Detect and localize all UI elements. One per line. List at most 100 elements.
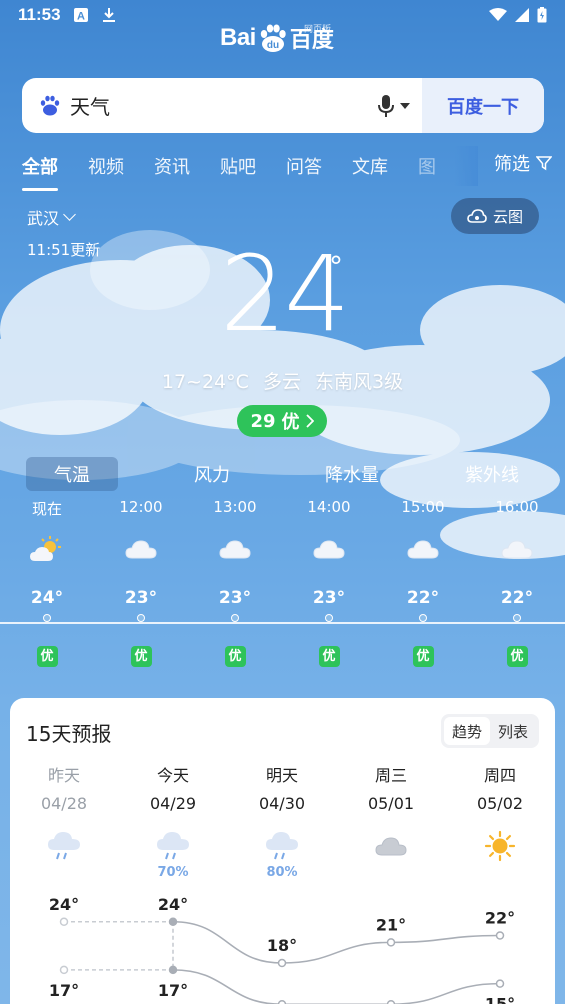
search-button[interactable]: 百度一下	[422, 78, 544, 133]
high-temp-point	[168, 917, 178, 926]
voice-dropdown-icon[interactable]	[400, 102, 410, 109]
cloudy-icon	[376, 522, 470, 576]
hourly-item: 13:00 23° 优	[188, 498, 282, 667]
logo-text-bai: Bai	[220, 24, 256, 51]
svg-text:du: du	[267, 40, 279, 51]
hourly-quality-badge: 优	[130, 646, 152, 667]
chevron-right-icon	[305, 414, 314, 428]
search-input[interactable]: 天气	[70, 91, 376, 120]
high-temp-label: 24°	[49, 895, 79, 914]
high-temp-point	[386, 938, 396, 947]
hourly-item: 12:00 23° 优	[94, 498, 188, 667]
baidu-logo[interactable]: Bai du 百度 网页版	[220, 22, 334, 54]
tab-tieba[interactable]: 贴吧	[220, 153, 256, 179]
aqi-value: 29	[250, 410, 276, 432]
partly-cloudy-icon	[0, 522, 94, 576]
tab-news[interactable]: 资讯	[154, 153, 190, 179]
weather-metric-tabs: 气温 风力 降水量 紫外线	[26, 457, 546, 491]
tab-qa[interactable]: 问答	[286, 153, 322, 179]
hourly-temp: 23°	[312, 588, 346, 608]
forecast-day[interactable]: 周四 05/02	[446, 762, 554, 881]
weather-summary: 17~24°C 多云 东南风3级	[0, 367, 565, 394]
day-name: 昨天	[47, 766, 80, 785]
hourly-quality-badge: 优	[318, 646, 340, 667]
high-temp-label: 21°	[376, 915, 406, 934]
view-trend-button[interactable]: 趋势	[443, 717, 490, 745]
hourly-temp: 23°	[218, 588, 252, 608]
hourly-temp-point	[137, 614, 145, 622]
cloud-map-icon	[467, 209, 487, 223]
text-a-icon: A	[73, 8, 88, 23]
high-temp-point	[277, 958, 287, 968]
low-temp-point	[59, 965, 69, 975]
day-name: 今天	[156, 766, 189, 785]
tab-image[interactable]: 图	[418, 153, 436, 179]
status-time: 11:53	[18, 5, 61, 24]
svg-text:A: A	[77, 11, 85, 23]
city-name: 武汉	[27, 209, 60, 228]
forecast-day[interactable]: 昨天 04/28	[10, 762, 118, 881]
day-date: 05/01	[367, 794, 415, 813]
hourly-item: 16:00 22° 优	[470, 498, 564, 667]
tab-all[interactable]: 全部	[22, 153, 58, 191]
low-temp-label: 17°	[49, 981, 79, 1000]
forecast-day[interactable]: 周三 05/01	[337, 762, 445, 881]
tab-wind[interactable]: 风力	[166, 457, 258, 491]
city-selector[interactable]: 武汉	[27, 205, 76, 229]
day-date: 04/28	[40, 794, 88, 813]
temperature-trend-chart: 24°17°24°17°18°12°21°12°22°15°	[49, 895, 515, 1004]
aqi-level: 优	[281, 412, 300, 433]
aqi-badge[interactable]: 29 优	[237, 405, 327, 437]
search-bar: 天气 百度一下	[22, 78, 544, 133]
hourly-quality-badge: 优	[224, 646, 246, 667]
forecast-day[interactable]: 今天 04/29 70%	[119, 762, 227, 881]
baidu-paw-small-icon	[40, 95, 60, 115]
high-temp-label: 22°	[485, 909, 515, 928]
forecast-title: 15天预报	[26, 722, 112, 746]
day-name: 周三	[374, 766, 407, 785]
hourly-time: 现在	[31, 500, 62, 518]
cloud-map-button[interactable]: 云图	[451, 198, 539, 234]
high-temp-label: 18°	[267, 936, 297, 955]
wifi-icon	[489, 8, 507, 21]
day-date: 05/02	[476, 794, 524, 813]
hourly-time: 16:00	[495, 498, 539, 516]
hourly-time: 14:00	[307, 498, 351, 516]
view-list-button[interactable]: 列表	[490, 717, 536, 745]
tab-precipitation[interactable]: 降水量	[306, 457, 398, 491]
low-temp-line	[172, 969, 501, 1004]
low-temp-label: 15°	[485, 995, 515, 1004]
hourly-temp-point	[419, 614, 427, 622]
logo-tag: 网页版	[304, 25, 332, 35]
hourly-item: 现在 24° 优	[0, 498, 94, 667]
forecast-card: 15天预报 趋势 列表 昨天 04/28 今天 04/29 70% 明天 04/30 80% 周…	[10, 698, 555, 1004]
filter-button[interactable]: 筛选	[494, 150, 552, 176]
cloudy-icon	[188, 522, 282, 576]
hourly-quality-badge: 优	[412, 646, 434, 667]
temperature-range: 17~24°C	[161, 371, 249, 393]
tab-uv[interactable]: 紫外线	[446, 457, 538, 491]
microphone-icon[interactable]	[376, 94, 396, 118]
cloudy-icon	[470, 522, 564, 576]
hourly-temp: 22°	[500, 588, 534, 608]
baidu-paw-icon: du	[260, 24, 286, 52]
low-temp-point	[168, 965, 178, 975]
high-temp-line	[172, 920, 501, 964]
weather-condition: 多云	[262, 371, 301, 393]
download-icon	[102, 8, 115, 22]
hourly-forecast: 现在 24° 优 12:00 23° 优 13:00 23° 优 14:00 23° 优 15:00 22…	[0, 498, 565, 688]
degree-symbol: °	[329, 250, 343, 283]
day-name: 明天	[265, 766, 298, 785]
hourly-quality-badge: 优	[36, 646, 58, 667]
tab-temperature[interactable]: 气温	[26, 457, 118, 491]
tab-wenku[interactable]: 文库	[352, 153, 388, 179]
day-date: 04/30	[258, 794, 306, 813]
day-date: 04/29	[149, 794, 197, 813]
hourly-item: 14:00 23° 优	[282, 498, 376, 667]
view-toggle: 趋势 列表	[440, 714, 539, 748]
cloudy-icon	[94, 522, 188, 576]
hourly-temp-point	[513, 614, 521, 622]
forecast-day[interactable]: 明天 04/30 80%	[228, 762, 336, 881]
hourly-quality-badge: 优	[506, 646, 528, 667]
tab-video[interactable]: 视频	[88, 153, 124, 179]
